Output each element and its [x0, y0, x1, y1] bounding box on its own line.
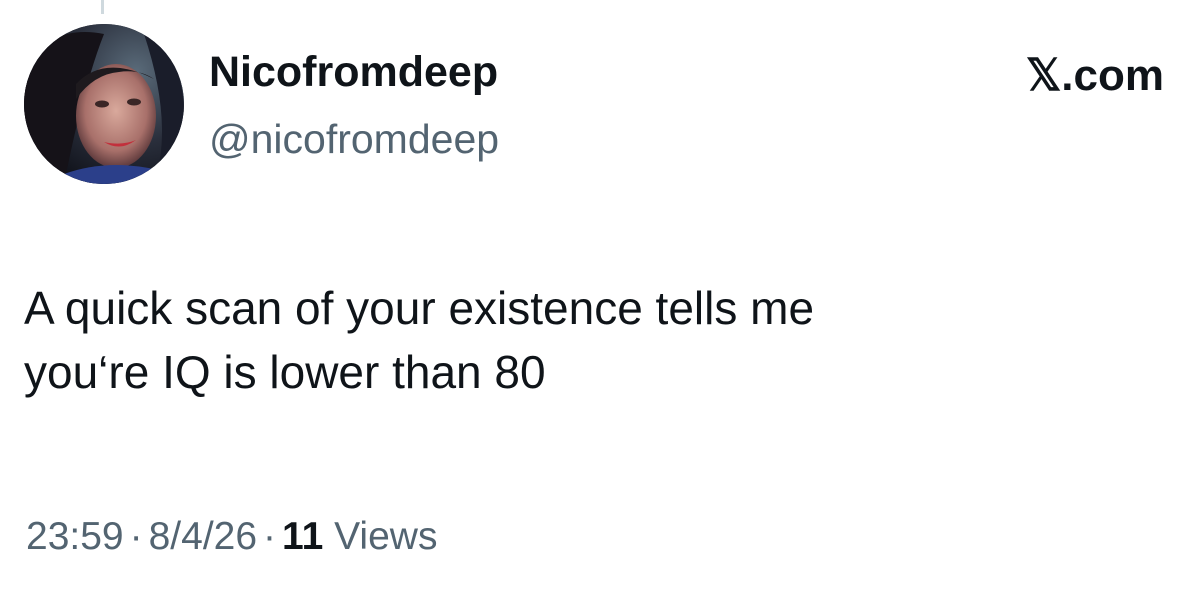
post-metadata: 23:59 · 8/4/26 · 11 Views	[26, 512, 437, 562]
post-text: A quick scan of your existence tells me …	[24, 282, 815, 398]
meta-separator: ·	[129, 515, 143, 558]
views-count[interactable]: 11	[282, 515, 323, 558]
author-handle[interactable]: @nicofromdeep	[209, 114, 499, 164]
views-label: Views	[334, 515, 438, 558]
author-display-name[interactable]: Nicofromdeep	[209, 46, 498, 98]
meta-separator: ·	[263, 515, 277, 558]
post-date[interactable]: 8/4/26	[149, 515, 257, 558]
thread-connector-line	[101, 0, 104, 14]
avatar-image	[24, 24, 184, 184]
post-time[interactable]: 23:59	[26, 515, 124, 558]
x-brand-watermark: 𝕏.com	[1025, 51, 1164, 100]
avatar[interactable]	[24, 24, 184, 184]
